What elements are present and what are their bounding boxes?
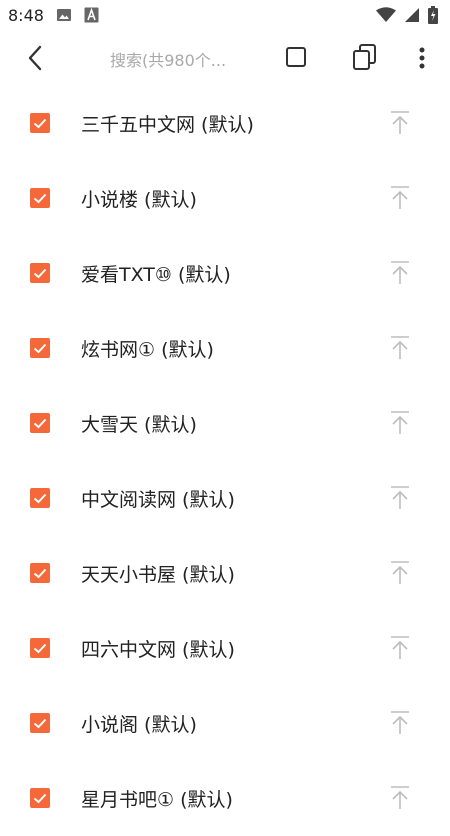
list-item[interactable]: 天天小书屋 (默认) (0, 536, 450, 611)
back-arrow-icon[interactable] (22, 44, 50, 72)
source-name: 星月书吧① (默认) (81, 789, 233, 811)
status-right (376, 6, 438, 24)
list-item[interactable]: 小说楼 (默认) (0, 161, 450, 236)
checkbox[interactable] (30, 563, 50, 583)
move-top-icon[interactable] (389, 710, 411, 736)
status-left: 8:48 (8, 6, 99, 25)
move-top-icon[interactable] (389, 485, 411, 511)
checkbox[interactable] (30, 263, 50, 283)
checkbox[interactable] (30, 488, 50, 508)
source-name: 中文阅读网 (默认) (81, 489, 235, 511)
source-name: 炫书网① (默认) (81, 339, 214, 361)
source-name: 爱看TXT⑩ (默认) (81, 264, 231, 286)
checkbox[interactable] (30, 188, 50, 208)
list-item[interactable]: 三千五中文网 (默认) (0, 86, 450, 161)
wifi-icon (376, 7, 396, 23)
move-top-icon[interactable] (389, 110, 411, 136)
source-name: 小说楼 (默认) (81, 189, 197, 211)
more-vert-icon[interactable] (412, 44, 432, 72)
source-name: 小说阁 (默认) (81, 714, 197, 736)
source-name: 大雪天 (默认) (81, 414, 197, 436)
move-top-icon[interactable] (389, 785, 411, 811)
move-top-icon[interactable] (389, 185, 411, 211)
image-icon (56, 7, 72, 23)
font-icon (84, 7, 99, 23)
signal-icon (404, 7, 420, 23)
checkbox[interactable] (30, 113, 50, 133)
search-placeholder[interactable]: 搜索(共980个... (110, 47, 226, 71)
list-item[interactable]: 爱看TXT⑩ (默认) (0, 236, 450, 311)
list-item[interactable]: 四六中文网 (默认) (0, 611, 450, 686)
source-name: 三千五中文网 (默认) (81, 114, 254, 136)
status-time: 8:48 (8, 5, 44, 25)
invert-select-icon[interactable] (352, 43, 378, 71)
list-item[interactable]: 星月书吧① (默认) (0, 761, 450, 836)
checkbox[interactable] (30, 713, 50, 733)
toolbar: 搜索(共980个... (0, 30, 450, 86)
list-item[interactable]: 中文阅读网 (默认) (0, 461, 450, 536)
checkbox[interactable] (30, 788, 50, 808)
list-item[interactable]: 炫书网① (默认) (0, 311, 450, 386)
list-item[interactable]: 大雪天 (默认) (0, 386, 450, 461)
move-top-icon[interactable] (389, 260, 411, 286)
list-item[interactable]: 小说阁 (默认) (0, 686, 450, 761)
move-top-icon[interactable] (389, 560, 411, 586)
move-top-icon[interactable] (389, 410, 411, 436)
move-top-icon[interactable] (389, 335, 411, 361)
source-name: 四六中文网 (默认) (81, 639, 235, 661)
checkbox[interactable] (30, 338, 50, 358)
checkbox[interactable] (30, 413, 50, 433)
move-top-icon[interactable] (389, 635, 411, 661)
checkbox[interactable] (30, 638, 50, 658)
status-bar: 8:48 (0, 0, 450, 30)
select-all-icon[interactable] (284, 45, 308, 69)
source-name: 天天小书屋 (默认) (81, 564, 235, 586)
battery-icon (428, 6, 438, 24)
source-list: 三千五中文网 (默认) 小说楼 (默认) 爱看TXT⑩ (默认) 炫书网① (默… (0, 86, 450, 836)
